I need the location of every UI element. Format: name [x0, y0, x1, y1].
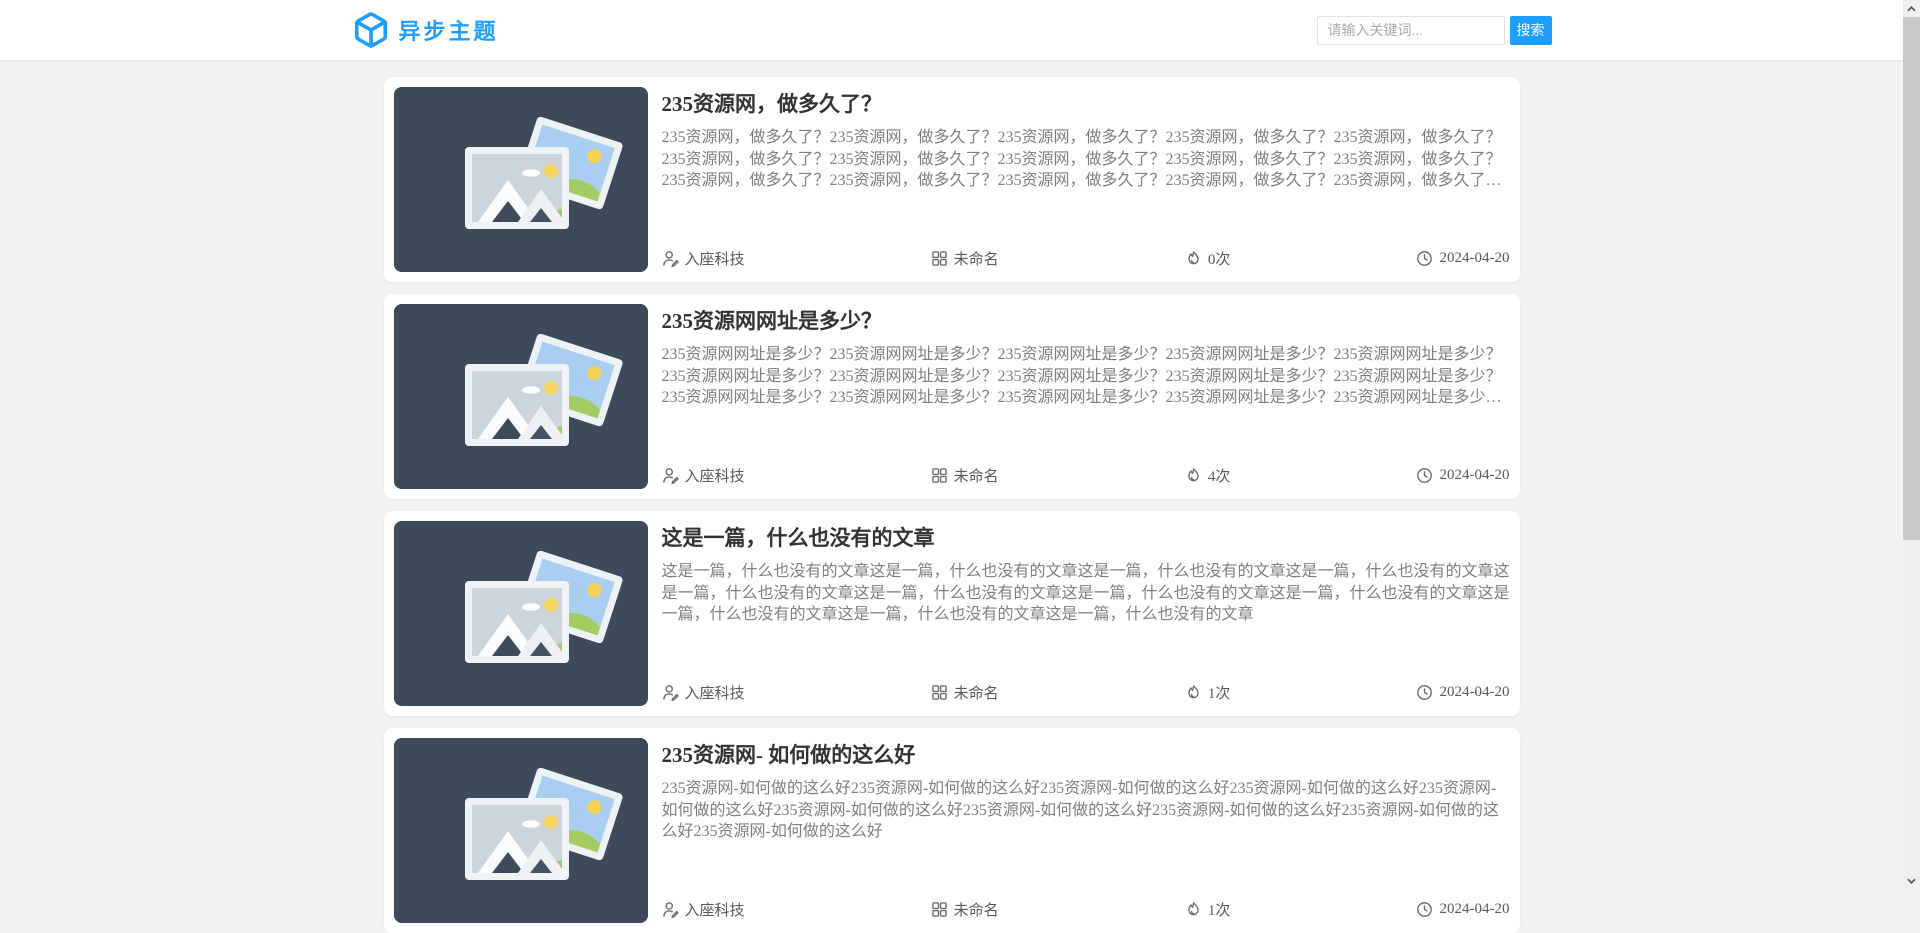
user-edit-icon: [662, 684, 679, 701]
clock-icon: [1416, 901, 1433, 918]
post-category[interactable]: 未命名: [931, 899, 999, 920]
post-card[interactable]: 235资源网，做多久了？ 235资源网，做多久了？235资源网，做多久了？235…: [383, 77, 1520, 282]
post-author: 入座科技: [662, 899, 745, 920]
post-excerpt: 235资源网网址是多少？235资源网网址是多少？235资源网网址是多少？235资…: [661, 346, 1502, 407]
flame-icon: [1185, 901, 1202, 918]
grid-icon: [931, 250, 948, 267]
site-header: 异步主题 搜索: [0, 0, 1903, 60]
search-bar: 搜索: [1316, 15, 1552, 45]
post-views: 1次: [1185, 682, 1230, 703]
post-category[interactable]: 未命名: [931, 248, 999, 269]
flame-icon: [1185, 684, 1202, 701]
cube-icon: [352, 11, 390, 49]
grid-icon: [931, 901, 948, 918]
post-views: 4次: [1185, 465, 1230, 486]
post-author: 入座科技: [662, 465, 745, 486]
post-thumbnail[interactable]: [393, 304, 648, 489]
post-views: 0次: [1185, 248, 1230, 269]
post-category[interactable]: 未命名: [931, 465, 999, 486]
post-date: 2024-04-20: [1416, 901, 1509, 918]
post-category[interactable]: 未命名: [931, 682, 999, 703]
scrollbar-thumb[interactable]: [1903, 17, 1920, 540]
search-button[interactable]: 搜索: [1509, 15, 1552, 45]
post-title[interactable]: 235资源网网址是多少？: [662, 309, 1510, 334]
grid-icon: [931, 684, 948, 701]
post-excerpt: 这是一篇，什么也没有的文章这是一篇，什么也没有的文章这是一篇，什么也没有的文章这…: [661, 563, 1510, 624]
user-edit-icon: [662, 250, 679, 267]
search-input[interactable]: [1316, 15, 1505, 45]
clock-icon: [1416, 467, 1433, 484]
post-meta: 入座科技 未命名 4次 2024-04-20: [662, 465, 1510, 489]
brand-logo[interactable]: 异步主题: [352, 11, 499, 49]
post-title[interactable]: 这是一篇，什么也没有的文章: [662, 526, 1510, 551]
post-author: 入座科技: [662, 248, 745, 269]
scroll-down-icon[interactable]: [1903, 872, 1920, 889]
user-edit-icon: [662, 901, 679, 918]
post-meta: 入座科技 未命名 0次 2024-04-20: [662, 248, 1510, 272]
post-thumbnail[interactable]: [393, 521, 648, 706]
post-card[interactable]: 这是一篇，什么也没有的文章 这是一篇，什么也没有的文章这是一篇，什么也没有的文章…: [383, 511, 1520, 716]
post-thumbnail[interactable]: [393, 738, 648, 923]
user-edit-icon: [662, 467, 679, 484]
post-date: 2024-04-20: [1416, 250, 1509, 267]
post-author: 入座科技: [662, 682, 745, 703]
clock-icon: [1416, 684, 1433, 701]
post-views: 1次: [1185, 899, 1230, 920]
post-excerpt: 235资源网，做多久了？235资源网，做多久了？235资源网，做多久了？235资…: [661, 129, 1502, 190]
flame-icon: [1185, 250, 1202, 267]
post-meta: 入座科技 未命名 1次 2024-04-20: [662, 682, 1510, 706]
post-thumbnail[interactable]: [393, 87, 648, 272]
post-list: 235资源网，做多久了？ 235资源网，做多久了？235资源网，做多久了？235…: [383, 77, 1520, 933]
grid-icon: [931, 467, 948, 484]
clock-icon: [1416, 250, 1433, 267]
post-meta: 入座科技 未命名 1次 2024-04-20: [662, 899, 1510, 923]
post-date: 2024-04-20: [1416, 684, 1509, 701]
flame-icon: [1185, 467, 1202, 484]
post-title[interactable]: 235资源网- 如何做的这么好: [662, 743, 1510, 768]
brand-title[interactable]: 异步主题: [399, 14, 499, 46]
scroll-up-icon[interactable]: [1903, 0, 1920, 17]
post-card[interactable]: 235资源网- 如何做的这么好 235资源网-如何做的这么好235资源网-如何做…: [383, 728, 1520, 933]
post-excerpt: 235资源网-如何做的这么好235资源网-如何做的这么好235资源网-如何做的这…: [661, 780, 1499, 841]
post-title[interactable]: 235资源网，做多久了？: [662, 92, 1510, 117]
post-date: 2024-04-20: [1416, 467, 1509, 484]
post-card[interactable]: 235资源网网址是多少？ 235资源网网址是多少？235资源网网址是多少？235…: [383, 294, 1520, 499]
browser-scrollbar[interactable]: [1903, 0, 1920, 889]
